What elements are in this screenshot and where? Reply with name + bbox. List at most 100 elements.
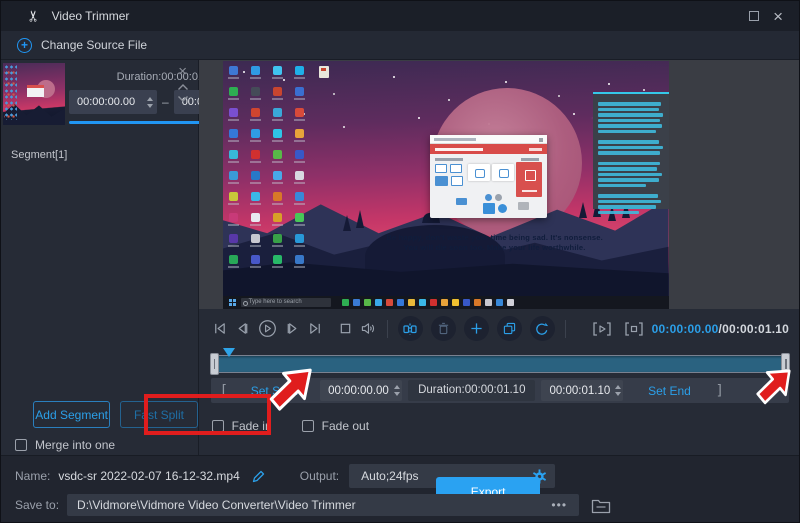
dialog-camera-icon	[518, 202, 529, 210]
checkbox-icon	[302, 420, 314, 432]
desktop-icons	[229, 66, 317, 276]
dialog-tile	[451, 176, 463, 186]
taskbar: Type here to search	[223, 296, 669, 309]
rename-button[interactable]	[252, 469, 266, 483]
dialog-tile	[435, 176, 448, 186]
quote-line-2: You will die soon too. Make your life wo…	[383, 243, 606, 253]
spinner-arrows-icon[interactable]	[389, 385, 400, 396]
notes-overlay	[593, 92, 669, 209]
total-time: /00:00:01.10	[719, 322, 789, 336]
pine-tree	[343, 215, 351, 231]
annotation-highlight-rect	[144, 394, 271, 435]
bracket-right: ]	[715, 383, 723, 399]
fade-out-label: Fade out	[322, 419, 369, 433]
segment-thumbnail[interactable]	[3, 63, 65, 125]
copy-segment-button[interactable]	[497, 316, 522, 341]
frame-forward-button[interactable]	[285, 321, 300, 336]
add-segment-button[interactable]: Add Segment	[33, 401, 110, 428]
spinner-arrows-icon[interactable]	[142, 97, 153, 108]
maximize-icon	[749, 11, 759, 21]
annotation-arrow-right	[753, 361, 797, 409]
save-path-input[interactable]: D:\Vidmore\Vidmore Video Converter\Video…	[67, 494, 579, 516]
stop-section-button[interactable]	[624, 321, 644, 337]
merge-into-one-checkbox[interactable]: Merge into one	[15, 438, 115, 452]
output-bar: Name: vsdc-sr 2022-02-07 16-12-32.mp4 Ou…	[1, 455, 799, 522]
taskbar-search: Type here to search	[241, 298, 331, 307]
skip-next-button[interactable]	[308, 321, 323, 336]
change-source-label: Change Source File	[41, 38, 147, 52]
dialog-tile	[435, 164, 447, 173]
desktop-document-icon	[319, 66, 329, 78]
trim-duration-label: Duration:00:00:01.10	[408, 380, 535, 401]
windows-start-icon	[229, 299, 232, 302]
merge-into-one-label: Merge into one	[35, 438, 115, 452]
output-format-value: Auto;24fps	[361, 469, 418, 483]
volume-button[interactable]	[360, 321, 377, 336]
video-trimmer-window: ✂ Video Trimmer × + Change Source File	[0, 0, 800, 523]
thumb-desktop-icons	[4, 64, 17, 120]
frame-back-button[interactable]	[235, 321, 250, 336]
dialog-folder-icon	[456, 198, 467, 205]
dialog-tile	[492, 164, 514, 181]
dialog-section-label	[435, 158, 463, 161]
trim-end-value: 00:00:01.10	[549, 385, 610, 397]
trim-start-handle[interactable]	[210, 353, 219, 375]
toolbar: + Change Source File	[1, 31, 799, 60]
range-separator: –	[162, 95, 169, 109]
trim-end-input[interactable]: 00:00:01.10	[541, 380, 623, 401]
browse-button[interactable]: •••	[545, 498, 573, 512]
segment-start-value: 00:00:00.00	[77, 96, 135, 108]
scissors-icon: ✂	[24, 10, 42, 23]
dialog-record-tile	[516, 162, 542, 197]
maximize-button[interactable]	[749, 11, 759, 21]
add-segment-circle-button[interactable]	[464, 316, 489, 341]
fade-out-checkbox[interactable]: Fade out	[302, 419, 369, 433]
trim-start-input[interactable]: 00:00:00.00	[320, 380, 402, 401]
player-area: Be happy, don't waste your time being sa…	[199, 60, 799, 309]
name-label: Name:	[15, 469, 50, 483]
skip-previous-button[interactable]	[212, 321, 227, 336]
fade-options: Fade in Fade out	[212, 419, 799, 433]
dialog-icon	[495, 194, 502, 201]
play-button[interactable]	[258, 319, 277, 338]
quote-text: Be happy, don't waste your time being sa…	[383, 233, 606, 253]
set-end-button[interactable]: Set End	[623, 384, 715, 398]
dialog-section-label	[521, 158, 539, 161]
playhead-marker[interactable]	[223, 348, 235, 357]
dialog-gear-icon	[498, 204, 507, 213]
move-up-icon[interactable]	[177, 83, 189, 91]
divider	[565, 320, 566, 338]
pine-tree	[579, 202, 587, 218]
segment-label: Segment[1]	[11, 149, 67, 161]
save-to-label: Save to:	[15, 498, 59, 512]
timecode: 00:00:00.00/00:00:01.10	[652, 322, 789, 336]
play-section-button[interactable]	[592, 321, 612, 337]
dialog-tile	[450, 164, 462, 173]
change-source-file-button[interactable]: + Change Source File	[17, 38, 147, 53]
split-button[interactable]	[398, 316, 423, 341]
output-label: Output:	[300, 469, 339, 483]
segment-start-input[interactable]: 00:00:00.00	[69, 90, 157, 114]
video-preview[interactable]: Be happy, don't waste your time being sa…	[223, 61, 669, 309]
checkbox-icon	[15, 439, 27, 451]
quote-line-1: Be happy, don't waste your time being sa…	[383, 233, 606, 243]
stop-button[interactable]	[339, 322, 352, 335]
thumb-dialog	[27, 85, 44, 97]
recorder-dialog-overlay	[430, 135, 547, 218]
current-time: 00:00:00.00	[652, 322, 719, 336]
segment-row[interactable]: Duration:00:00:01.10 00:00:00.00 – 00:00…	[1, 63, 198, 149]
trim-start-value: 00:00:00.00	[328, 385, 389, 397]
delete-segment-button[interactable]	[431, 316, 456, 341]
reset-button[interactable]	[530, 316, 555, 341]
playback-controls: 00:00:00.00/00:00:01.10	[199, 309, 799, 348]
dialog-icon	[483, 203, 495, 214]
move-down-icon[interactable]	[177, 95, 189, 103]
save-path-value: D:\Vidmore\Vidmore Video Converter\Video…	[77, 498, 356, 512]
close-button[interactable]: ×	[773, 8, 783, 25]
spinner-arrows-icon[interactable]	[610, 385, 621, 396]
remove-segment-icon[interactable]: ×	[178, 65, 187, 79]
dialog-banner	[430, 144, 547, 154]
open-folder-button[interactable]	[591, 497, 611, 514]
dialog-titlebar	[430, 135, 547, 144]
pine-tree	[356, 210, 364, 228]
